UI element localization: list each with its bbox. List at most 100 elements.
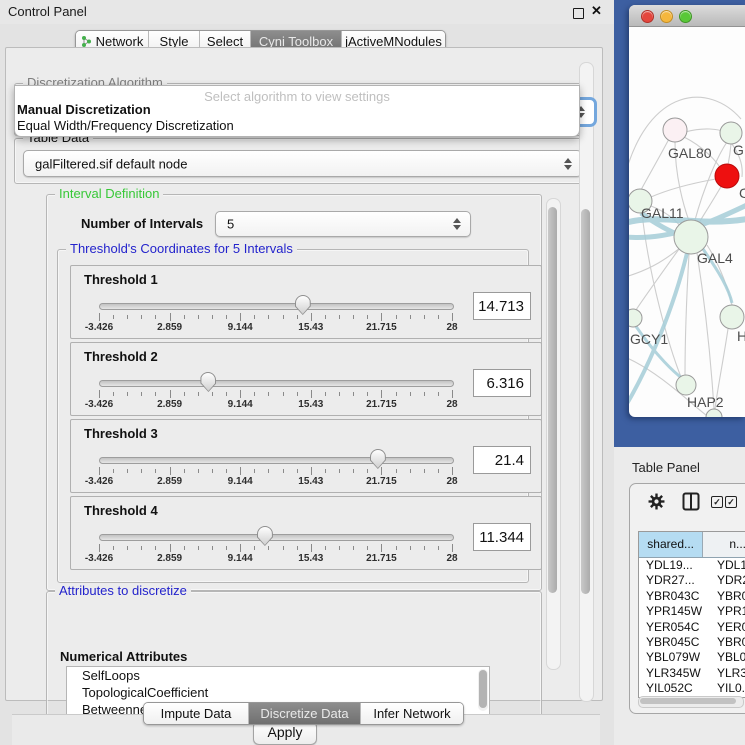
thresholds-coordinates-group: Threshold's Coordinates for 5 Intervals … <box>57 249 529 583</box>
tab-infer-network[interactable]: Infer Network <box>361 703 463 724</box>
table-cell[interactable]: YDR27... <box>639 573 708 588</box>
node-label: G. <box>733 142 745 158</box>
table-data-combo[interactable]: galFiltered.sif default node <box>23 150 582 177</box>
close-icon[interactable]: ✕ <box>591 3 602 19</box>
table-row: YPR145WYPR1... <box>639 604 745 619</box>
table-row: YLR345WYLR3... <box>639 666 745 681</box>
threshold-3-value-field[interactable]: 21.4 <box>473 446 531 474</box>
interval-definition-group: Interval Definition Number of Intervals … <box>46 194 542 591</box>
column-header-name[interactable]: n... <box>703 532 745 557</box>
threshold-4-panel: Threshold 4 -3.4262.8599.14415.4321.7152… <box>70 496 542 570</box>
node-label: GCY1 <box>630 331 668 347</box>
table-cell[interactable]: YBL0... <box>708 650 745 665</box>
interval-definition-group-title: Interval Definition <box>55 187 163 201</box>
table-data-group: Table Data galFiltered.sif default node <box>14 138 589 184</box>
gear-icon[interactable] <box>648 493 665 510</box>
slider-track[interactable] <box>99 303 454 310</box>
threshold-1-panel: Threshold 1 -3.4262.8599.14415.4321.7152… <box>70 265 542 339</box>
network-node-gcy1[interactable] <box>629 309 642 327</box>
table-cell[interactable]: YDL1... <box>708 558 745 573</box>
table-cell[interactable]: YIL0... <box>708 681 745 696</box>
table-cell[interactable]: YBR045C <box>639 635 708 650</box>
table-cell[interactable]: YIL052C <box>639 681 708 696</box>
network-node-g[interactable] <box>720 122 742 144</box>
tab-impute-data[interactable]: Impute Data <box>144 703 249 724</box>
table-row: YER054CYER0... <box>639 620 745 635</box>
slider-tick-labels: -3.4262.8599.14415.4321.71528 <box>99 399 452 411</box>
right-section: GAL80 G. C GAL11 GAL4 GCY1 H HAP2 Table … <box>614 0 745 745</box>
table-cell[interactable]: YDR2... <box>708 573 745 588</box>
close-traffic-light[interactable] <box>641 10 654 23</box>
network-node-hap2[interactable] <box>676 375 696 395</box>
cyni-toolbox-panel: Discretization Algorithm Table Data galF… <box>5 47 603 701</box>
table-panel-title: Table Panel <box>632 460 700 475</box>
panel-scrollbar[interactable] <box>579 62 594 702</box>
slider-track[interactable] <box>99 457 454 464</box>
slider-handle[interactable] <box>257 526 273 546</box>
column-header-shared[interactable]: shared... <box>639 532 703 557</box>
network-node-h[interactable] <box>720 305 744 329</box>
table-cell[interactable]: YBR0... <box>708 635 745 650</box>
list-item[interactable]: SelfLoops <box>67 667 489 684</box>
table-cell[interactable]: YLR3... <box>708 666 745 681</box>
number-of-intervals-combo[interactable]: 5 <box>215 211 471 237</box>
network-node-gal4[interactable] <box>674 220 708 254</box>
slider-tick-labels: -3.4262.8599.14415.4321.71528 <box>99 322 452 334</box>
tab-impute-data-label: Impute Data <box>161 706 232 721</box>
table-cell[interactable]: YBR043C <box>639 589 708 604</box>
list-scrollbar[interactable] <box>478 669 488 711</box>
network-window-titlebar[interactable] <box>629 5 745 27</box>
node-label: GAL4 <box>697 250 733 266</box>
slider-handle[interactable] <box>370 449 386 469</box>
inner-scrollbar[interactable] <box>546 198 561 670</box>
table-cell[interactable]: YBL079W <box>639 650 708 665</box>
network-node-red-selected[interactable] <box>715 164 739 188</box>
threshold-1-label: Threshold 1 <box>84 272 158 287</box>
threshold-1-slider[interactable]: -3.4262.8599.14415.4321.71528 <box>99 299 452 335</box>
threshold-2-value-field[interactable]: 6.316 <box>473 369 531 397</box>
slider-handle[interactable] <box>295 295 311 315</box>
algorithm-dropdown-popup: Select algorithm to view settings Manual… <box>14 85 580 137</box>
inner-scrollbar-thumb[interactable] <box>548 207 557 593</box>
zoom-traffic-light[interactable] <box>679 10 692 23</box>
slider-track[interactable] <box>99 380 454 387</box>
threshold-1-value-field[interactable]: 14.713 <box>473 292 531 320</box>
tab-discretize-data[interactable]: Discretize Data <box>249 703 361 724</box>
threshold-4-value-field[interactable]: 11.344 <box>473 523 531 551</box>
checkbox-icon[interactable]: ✓ <box>725 496 737 508</box>
checkbox-icon[interactable]: ✓ <box>711 496 723 508</box>
slider-track[interactable] <box>99 534 454 541</box>
panel-scrollbar-thumb[interactable] <box>581 209 590 594</box>
network-node-bottom[interactable] <box>706 409 722 417</box>
slider-handle[interactable] <box>200 372 216 392</box>
table-cell[interactable]: YER054C <box>639 620 708 635</box>
list-item[interactable]: TopologicalCoefficient <box>67 684 489 701</box>
table-cell[interactable]: YER0... <box>708 620 745 635</box>
table-cell[interactable]: YDL19... <box>639 558 708 573</box>
threshold-4-slider[interactable]: -3.4262.8599.14415.4321.71528 <box>99 530 452 566</box>
split-columns-icon[interactable] <box>682 492 700 511</box>
table-row: YIL052CYIL0... <box>639 681 745 696</box>
network-canvas[interactable]: GAL80 G. C GAL11 GAL4 GCY1 H HAP2 <box>629 27 745 417</box>
table-cell[interactable]: YPR1... <box>708 604 745 619</box>
control-panel-titlebar: Control Panel ✕ <box>0 0 614 24</box>
threshold-3-slider[interactable]: -3.4262.8599.14415.4321.71528 <box>99 453 452 489</box>
network-view-window: GAL80 G. C GAL11 GAL4 GCY1 H HAP2 <box>629 5 745 417</box>
table-cell[interactable]: YBR0... <box>708 589 745 604</box>
spinner-arrows-icon <box>453 218 461 230</box>
table-row: YBR045CYBR0... <box>639 635 745 650</box>
network-node-gal80[interactable] <box>663 118 687 142</box>
table-data-combo-value: galFiltered.sif default node <box>35 156 187 171</box>
table-horizontal-scrollbar-thumb[interactable] <box>640 698 736 704</box>
float-window-icon[interactable] <box>573 8 584 19</box>
threshold-2-slider[interactable]: -3.4262.8599.14415.4321.71528 <box>99 376 452 412</box>
table-cell[interactable]: YLR345W <box>639 666 708 681</box>
table-header-row: shared... n... <box>639 532 745 558</box>
slider-ticks <box>99 544 452 552</box>
popup-option-equal-width-frequency[interactable]: Equal Width/Frequency Discretization <box>17 118 234 133</box>
node-attribute-table: shared... n... YDL19...YDL1... YDR27...Y… <box>638 531 745 698</box>
table-horizontal-scrollbar[interactable] <box>638 696 744 708</box>
table-cell[interactable]: YPR145W <box>639 604 708 619</box>
popup-option-manual-discretization[interactable]: Manual Discretization <box>17 102 151 117</box>
minimize-traffic-light[interactable] <box>660 10 673 23</box>
